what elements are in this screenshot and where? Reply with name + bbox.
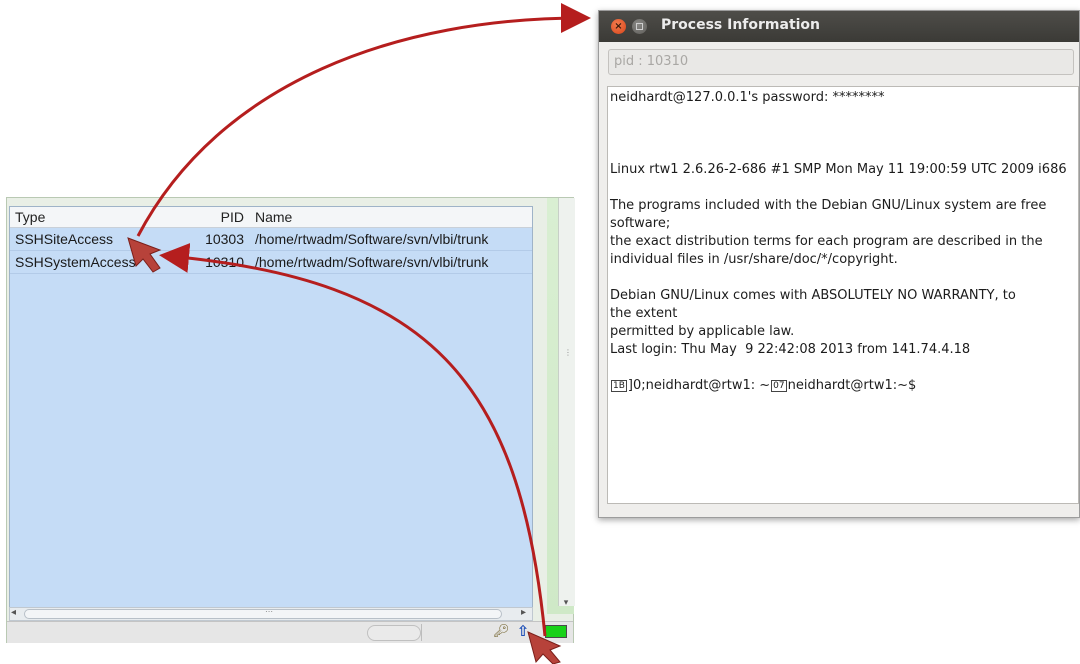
mouse-cursor-icon <box>527 631 562 664</box>
annotation-arrows <box>127 3 591 664</box>
mouse-cursor-icon <box>127 237 162 273</box>
arrow-to-info-window <box>136 3 591 237</box>
arrow-to-table-row <box>159 242 547 637</box>
